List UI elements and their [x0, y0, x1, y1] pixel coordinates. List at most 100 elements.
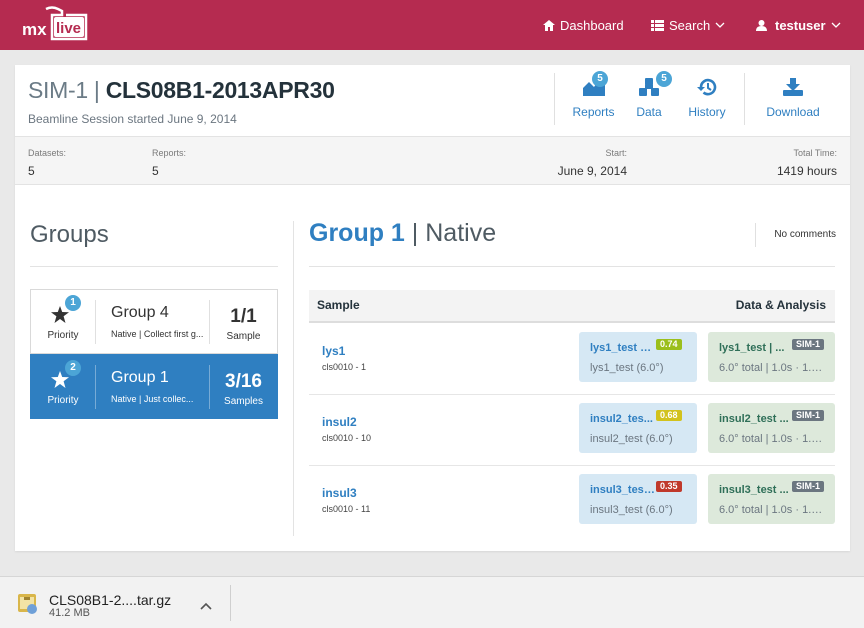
archive-file-icon — [16, 591, 40, 620]
priority-label: Priority — [47, 395, 79, 406]
dataset-chip[interactable]: lys1_test | ... 0.74 lys1_test (6.0°) — [579, 332, 697, 382]
dataset-subtitle: insul2_test (6.0°) — [590, 433, 673, 445]
table-row: insul2 cls0010 - 10 insul2_tes... 0.68 i… — [309, 395, 835, 466]
session-stats: Datasets: 5 Reports: 5 Start: June 9, 20… — [15, 137, 850, 185]
download-size: 41.2 MB — [49, 607, 90, 619]
stat-start-value: June 9, 2014 — [557, 164, 627, 178]
stat-start-label: Start: — [605, 148, 627, 158]
session-card: SIM-1 | CLS08B1-2013APR30 Beamline Sessi… — [15, 65, 850, 551]
reports-label: Reports — [572, 105, 615, 119]
sample-id: cls0010 - 10 — [322, 433, 372, 443]
report-tag: SIM-1 — [792, 481, 825, 492]
download-bar: CLS08B1-2....tar.gz 41.2 MB — [0, 576, 864, 628]
download-filename[interactable]: CLS08B1-2....tar.gz — [49, 592, 171, 608]
title-separator: | — [404, 219, 426, 247]
history-label: History — [688, 105, 726, 119]
detail-divider — [309, 266, 835, 267]
stat-reports-label: Reports: — [152, 148, 187, 158]
history-button[interactable]: History — [681, 65, 733, 137]
report-chip[interactable]: insul3_test ... SIM-1 6.0° total | 1.0s … — [708, 474, 835, 524]
mxlive-logo[interactable]: mx live — [22, 5, 90, 43]
report-subtitle: 6.0° total | 1.0s · 1.0... — [719, 504, 825, 516]
samples-table-header: Sample Data & Analysis — [309, 290, 835, 323]
session-name: CLS08B1-2013APR30 — [105, 77, 335, 103]
score-badge: 0.35 — [656, 481, 682, 492]
report-tag: SIM-1 — [792, 339, 825, 350]
stat-start: Start: June 9, 2014 — [535, 137, 627, 185]
session-subtitle: Beamline Session started June 9, 2014 — [28, 112, 237, 126]
comments-link[interactable]: No comments — [755, 223, 836, 247]
score-badge: 0.74 — [656, 339, 682, 350]
data-button[interactable]: 5 Data — [623, 65, 675, 137]
dataset-chip[interactable]: insul3_test... 0.35 insul3_test (6.0°) — [579, 474, 697, 524]
dataset-title: insul2_tes... — [590, 413, 653, 425]
column-divider — [293, 221, 294, 536]
group-detail-kind: Native — [425, 219, 497, 247]
group-description: Native | Collect first g... — [111, 329, 204, 339]
table-row: insul3 cls0010 - 11 insul3_test... 0.35 … — [309, 466, 835, 537]
reports-button[interactable]: 5 Reports — [565, 65, 622, 137]
column-header-data-analysis: Data & Analysis — [735, 298, 826, 312]
report-tag: SIM-1 — [792, 410, 825, 421]
download-label: Download — [766, 105, 820, 119]
stat-total-label: Total Time: — [793, 148, 837, 158]
sample-count: 3/16 — [225, 371, 262, 392]
session-header: SIM-1 | CLS08B1-2013APR30 Beamline Sessi… — [15, 65, 850, 137]
home-icon — [543, 19, 555, 31]
dataset-subtitle: lys1_test (6.0°) — [590, 362, 664, 374]
report-chip[interactable]: insul2_test ... SIM-1 6.0° total | 1.0s … — [708, 403, 835, 453]
nav-dashboard[interactable]: Dashboard — [543, 0, 624, 50]
dataset-title: lys1_test | ... — [590, 342, 654, 354]
chevron-down-icon — [831, 22, 841, 28]
report-title: lys1_test | ... — [719, 342, 785, 354]
dataset-chip[interactable]: insul2_tes... 0.68 insul2_test (6.0°) — [579, 403, 697, 453]
sample-id: cls0010 - 11 — [322, 504, 371, 514]
report-title: insul2_test ... — [719, 413, 789, 425]
report-subtitle: 6.0° total | 1.0s · 1.0... — [719, 433, 825, 445]
download-button[interactable]: Download — [759, 65, 827, 137]
sample-name-link[interactable]: insul2 — [322, 415, 357, 429]
nav-user-menu[interactable]: testuser — [756, 0, 841, 50]
star-icon — [51, 371, 69, 393]
sample-id: cls0010 - 1 — [322, 362, 367, 372]
nav-dashboard-label: Dashboard — [560, 17, 624, 33]
card-divider — [95, 365, 96, 409]
data-label: Data — [636, 105, 662, 119]
score-badge: 0.68 — [656, 410, 682, 421]
chevron-down-icon — [715, 22, 725, 28]
group-card-group-1[interactable]: 2 Priority Group 1 Native | Just collec.… — [30, 354, 278, 419]
page-title: SIM-1 | CLS08B1-2013APR30 — [28, 77, 335, 104]
stat-datasets-label: Datasets: — [28, 148, 67, 158]
dataset-subtitle: insul3_test (6.0°) — [590, 504, 673, 516]
chevron-up-icon[interactable] — [200, 597, 212, 615]
history-icon — [697, 78, 717, 99]
report-chip[interactable]: lys1_test | ... SIM-1 6.0° total | 1.0s … — [708, 332, 835, 382]
data-count-badge: 5 — [656, 71, 672, 87]
sample-count: 1/1 — [230, 306, 257, 327]
stat-total-time: Total Time: 1419 hours — [735, 137, 837, 185]
column-header-sample: Sample — [317, 298, 360, 312]
groups-divider — [30, 266, 278, 267]
sample-count-label: Samples — [224, 396, 263, 407]
group-detail-title: Group 1 | Native — [309, 219, 496, 248]
groups-heading: Groups — [30, 221, 109, 248]
download-icon — [783, 78, 803, 99]
top-navbar: mx live Dashboard Search testuser — [0, 0, 864, 50]
group-card-group-4[interactable]: 1 Priority Group 4 Native | Collect firs… — [30, 289, 278, 354]
toolbar-divider — [554, 73, 555, 125]
table-row: lys1 cls0010 - 1 lys1_test | ... 0.74 ly… — [309, 324, 835, 395]
card-divider — [95, 300, 96, 344]
sample-count-label: Sample — [226, 331, 261, 342]
report-title: insul3_test ... — [719, 484, 789, 496]
sample-name-link[interactable]: lys1 — [322, 344, 345, 358]
sample-name-link[interactable]: insul3 — [322, 486, 357, 500]
priority-rank-badge: 1 — [65, 295, 81, 311]
priority-rank-badge: 2 — [65, 360, 81, 376]
nav-search[interactable]: Search — [651, 0, 725, 50]
group-detail-name: Group 1 — [309, 219, 405, 247]
group-name: Group 1 — [111, 369, 169, 386]
report-subtitle: 6.0° total | 1.0s · 1.0... — [719, 362, 825, 374]
download-divider — [230, 585, 231, 621]
nav-search-label: Search — [669, 17, 711, 33]
list-icon — [651, 19, 664, 31]
